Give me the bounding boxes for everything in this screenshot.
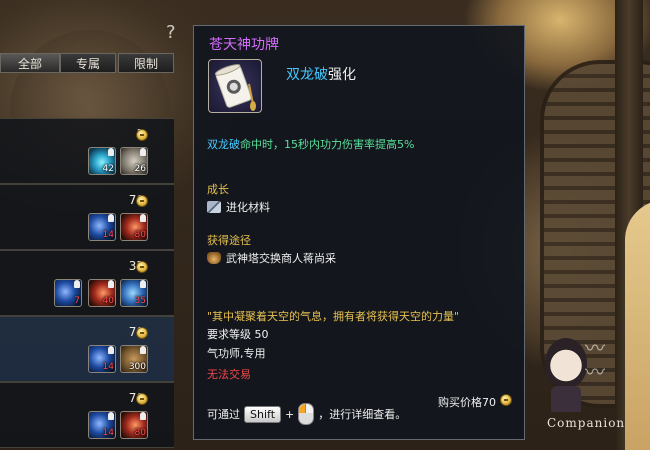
star-icon[interactable]: 14 bbox=[88, 213, 116, 241]
item-lore: "其中凝聚着天空的气息，拥有者将获得天空的力量" bbox=[207, 310, 460, 323]
item-title: 苍天神功牌 bbox=[209, 37, 279, 53]
growth-text: 进化材料 bbox=[226, 201, 270, 214]
material-count: 40 bbox=[102, 296, 114, 306]
coin-icon bbox=[136, 129, 148, 141]
pin-icon bbox=[108, 346, 114, 354]
pin-icon bbox=[108, 412, 114, 420]
material-count: 80 bbox=[134, 230, 146, 240]
scroll-icon bbox=[214, 64, 256, 111]
tab-all[interactable]: 全部 bbox=[0, 53, 60, 73]
pin-icon bbox=[140, 412, 146, 420]
shop-row[interactable]: 1 42 26 bbox=[0, 118, 174, 184]
seal-icon[interactable]: 26 bbox=[120, 147, 148, 175]
shop-panel: 全部 专属 限制 1 42 26 70 bbox=[0, 48, 176, 450]
no-trade-label: 无法交易 bbox=[207, 368, 251, 381]
class-requirement: 气功师,专用 bbox=[207, 347, 266, 360]
tab-limited[interactable]: 限制 bbox=[118, 53, 174, 73]
pin-icon bbox=[108, 214, 114, 222]
hint-plus: + bbox=[285, 407, 295, 421]
hint-prefix: 可通过 bbox=[207, 408, 240, 421]
pin-icon bbox=[140, 148, 146, 156]
tab-exclusive[interactable]: 专属 bbox=[60, 53, 116, 73]
shop-row[interactable]: 70 14 80 bbox=[0, 382, 174, 448]
obtain-header: 获得途径 bbox=[207, 234, 251, 247]
pin-icon bbox=[108, 148, 114, 156]
companion-brand: Companion bbox=[547, 416, 626, 430]
dust-icon[interactable]: 40 bbox=[88, 279, 116, 307]
item-effect: 双龙破命中时，15秒内功力伤害率提高5% bbox=[207, 136, 414, 152]
coin-icon bbox=[136, 261, 148, 273]
hammer-icon bbox=[207, 201, 221, 213]
heading-suffix: 强化 bbox=[328, 67, 356, 83]
hint-suffix: ，进行详细查看。 bbox=[318, 408, 407, 421]
buy-price: 购买价格70 bbox=[438, 396, 496, 409]
help-icon[interactable]: ? bbox=[166, 22, 176, 43]
shift-key: Shift bbox=[244, 405, 282, 423]
companion-brush-glyphs: 〰〰 bbox=[585, 336, 605, 384]
scroll-item-icon bbox=[208, 59, 262, 113]
item-heading: 双龙破强化 bbox=[286, 64, 356, 84]
dust-icon[interactable]: 80 bbox=[120, 213, 148, 241]
effect-skill: 双龙破 bbox=[207, 138, 240, 151]
material-count: 14 bbox=[102, 362, 114, 372]
companion-avatar bbox=[545, 338, 587, 388]
star-icon[interactable]: 14 bbox=[88, 411, 116, 439]
shop-row-selected[interactable]: 70 14 300 bbox=[0, 316, 174, 382]
material-count: 35 bbox=[134, 296, 146, 306]
material-count: 7 bbox=[74, 296, 80, 306]
bag-icon bbox=[207, 252, 221, 264]
game-scene: ? 全部 专属 限制 1 42 26 70 bbox=[0, 0, 650, 450]
star-icon[interactable]: 7 bbox=[54, 279, 82, 307]
effect-text: 命中时，15秒内功力伤害率提高5% bbox=[240, 138, 415, 151]
pin-icon bbox=[140, 346, 146, 354]
pin-icon bbox=[140, 214, 146, 222]
pin-icon bbox=[74, 280, 80, 288]
material-count: 14 bbox=[102, 230, 114, 240]
orb-icon[interactable]: 42 bbox=[88, 147, 116, 175]
companion-watermark: 〰〰 Companion bbox=[535, 330, 635, 440]
material-count: 300 bbox=[128, 362, 146, 372]
shop-tabs: 全部 专属 限制 bbox=[0, 53, 176, 75]
dust-icon[interactable]: 80 bbox=[120, 411, 148, 439]
coin-icon bbox=[136, 327, 148, 339]
shop-row[interactable]: 70 14 80 bbox=[0, 184, 174, 250]
coin-icon bbox=[500, 394, 512, 406]
heading-skill: 双龙破 bbox=[286, 67, 328, 83]
pin-icon bbox=[108, 280, 114, 288]
item-tooltip: 苍天神功牌 双龙破强化 双龙破命中时，15秒内功力伤害率提高5% 成长 进化材料… bbox=[193, 25, 525, 440]
star-icon[interactable]: 14 bbox=[88, 345, 116, 373]
companion-body bbox=[551, 386, 581, 412]
detail-hint: 可通过 Shift + ，进行详细查看。 bbox=[207, 403, 406, 425]
coin-icon bbox=[136, 195, 148, 207]
material-count: 14 bbox=[102, 428, 114, 438]
level-requirement: 要求等级 50 bbox=[207, 328, 269, 341]
material-count: 80 bbox=[134, 428, 146, 438]
growth-header: 成长 bbox=[207, 183, 229, 196]
growth-line: 进化材料 bbox=[207, 199, 270, 215]
material-count: 42 bbox=[102, 164, 114, 174]
pin-icon bbox=[140, 280, 146, 288]
wheel-icon[interactable]: 300 bbox=[120, 345, 148, 373]
wave-icon[interactable]: 35 bbox=[120, 279, 148, 307]
coin-icon bbox=[136, 393, 148, 405]
material-count: 26 bbox=[134, 164, 146, 174]
mouse-icon bbox=[298, 403, 315, 425]
obtain-text: 武神塔交换商人蒋尚采 bbox=[226, 252, 336, 265]
obtain-line: 武神塔交换商人蒋尚采 bbox=[207, 250, 336, 266]
shop-row[interactable]: 35 7 40 35 bbox=[0, 250, 174, 316]
